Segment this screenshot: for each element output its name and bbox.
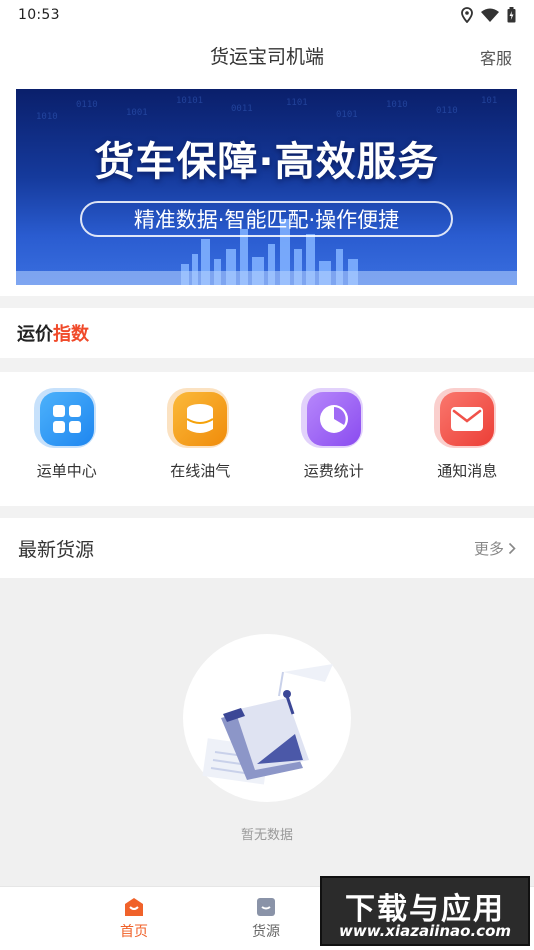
svg-text:1010: 1010 bbox=[36, 112, 58, 122]
svg-text:101: 101 bbox=[481, 96, 497, 106]
banner-title: 货车保障·高效服务 bbox=[94, 139, 439, 185]
svg-text:0110: 0110 bbox=[436, 106, 458, 116]
status-bar: 10:53 bbox=[0, 0, 534, 30]
shortcut-waybill-center[interactable]: 运单中心 bbox=[0, 372, 134, 506]
status-icons bbox=[461, 7, 516, 23]
tab-home[interactable]: 首页 bbox=[104, 897, 164, 941]
empty-state-text: 暂无数据 bbox=[240, 828, 293, 843]
svg-text:1001: 1001 bbox=[126, 108, 148, 118]
svg-text:1101: 1101 bbox=[286, 98, 308, 108]
empty-state: 暂无数据 bbox=[0, 578, 534, 886]
database-icon bbox=[167, 388, 230, 448]
top-nav: 货运宝司机端 客服 bbox=[0, 30, 534, 82]
promo-banner[interactable]: 1010 0110 1001 10101 0011 1101 0101 1010 0110 … bbox=[16, 89, 517, 285]
watermark-logo: 下载与应用 www.xiazaiinao.com bbox=[320, 876, 530, 946]
shortcut-label: 在线油气 bbox=[170, 462, 231, 480]
page-title: 货运宝司机端 bbox=[209, 46, 324, 68]
tab-label: 货源 bbox=[252, 924, 280, 940]
battery-icon bbox=[507, 7, 516, 23]
shortcut-freight-stats[interactable]: 运费统计 bbox=[267, 372, 401, 506]
svg-text:10101: 10101 bbox=[176, 96, 203, 106]
wifi-icon bbox=[481, 8, 499, 22]
svg-text:0011: 0011 bbox=[231, 104, 253, 114]
latest-goods-title: 最新货源 bbox=[18, 538, 95, 561]
latest-goods-header: 最新货源 更多 bbox=[0, 518, 534, 578]
freight-index-highlight: 指数 bbox=[53, 324, 89, 345]
customer-service-link[interactable]: 客服 bbox=[480, 45, 512, 69]
shortcut-online-fuel[interactable]: 在线油气 bbox=[134, 372, 268, 506]
freight-index-section[interactable]: 运价 指数 bbox=[0, 308, 534, 358]
shortcut-notifications[interactable]: 通知消息 bbox=[401, 372, 534, 506]
svg-text:1010: 1010 bbox=[386, 100, 408, 110]
grid-icon bbox=[33, 388, 96, 448]
shortcut-label: 运费统计 bbox=[303, 462, 364, 480]
home-icon bbox=[125, 898, 143, 916]
tab-label: 首页 bbox=[120, 924, 148, 940]
tab-cargo[interactable]: 货源 bbox=[236, 897, 296, 941]
mail-icon bbox=[434, 388, 497, 448]
watermark-url: www.xiazaiinao.com bbox=[338, 922, 512, 940]
empty-illustration bbox=[183, 634, 351, 802]
shortcut-label: 运单中心 bbox=[36, 462, 97, 480]
chevron-right-icon bbox=[508, 542, 516, 554]
banner-section: 1010 0110 1001 10101 0011 1101 0101 1010 0110 … bbox=[0, 82, 534, 296]
cargo-icon bbox=[257, 898, 275, 916]
svg-text:0110: 0110 bbox=[76, 100, 98, 110]
freight-index-title: 运价 bbox=[17, 324, 53, 345]
svg-text:0101: 0101 bbox=[336, 110, 358, 120]
banner-subtitle: 精准数据·智能匹配·操作便捷 bbox=[80, 201, 453, 237]
location-icon bbox=[461, 7, 473, 23]
banner-background-art: 101001101001 1010100111101 010110100110 … bbox=[16, 96, 517, 285]
more-link[interactable]: 更多 bbox=[474, 538, 516, 559]
shortcut-grid: 运单中心 在线油气 运费统计 通知消息 bbox=[0, 372, 534, 506]
more-label: 更多 bbox=[473, 539, 504, 558]
status-time: 10:53 bbox=[18, 7, 60, 23]
shortcut-label: 通知消息 bbox=[437, 462, 498, 480]
pie-chart-icon bbox=[300, 388, 363, 448]
